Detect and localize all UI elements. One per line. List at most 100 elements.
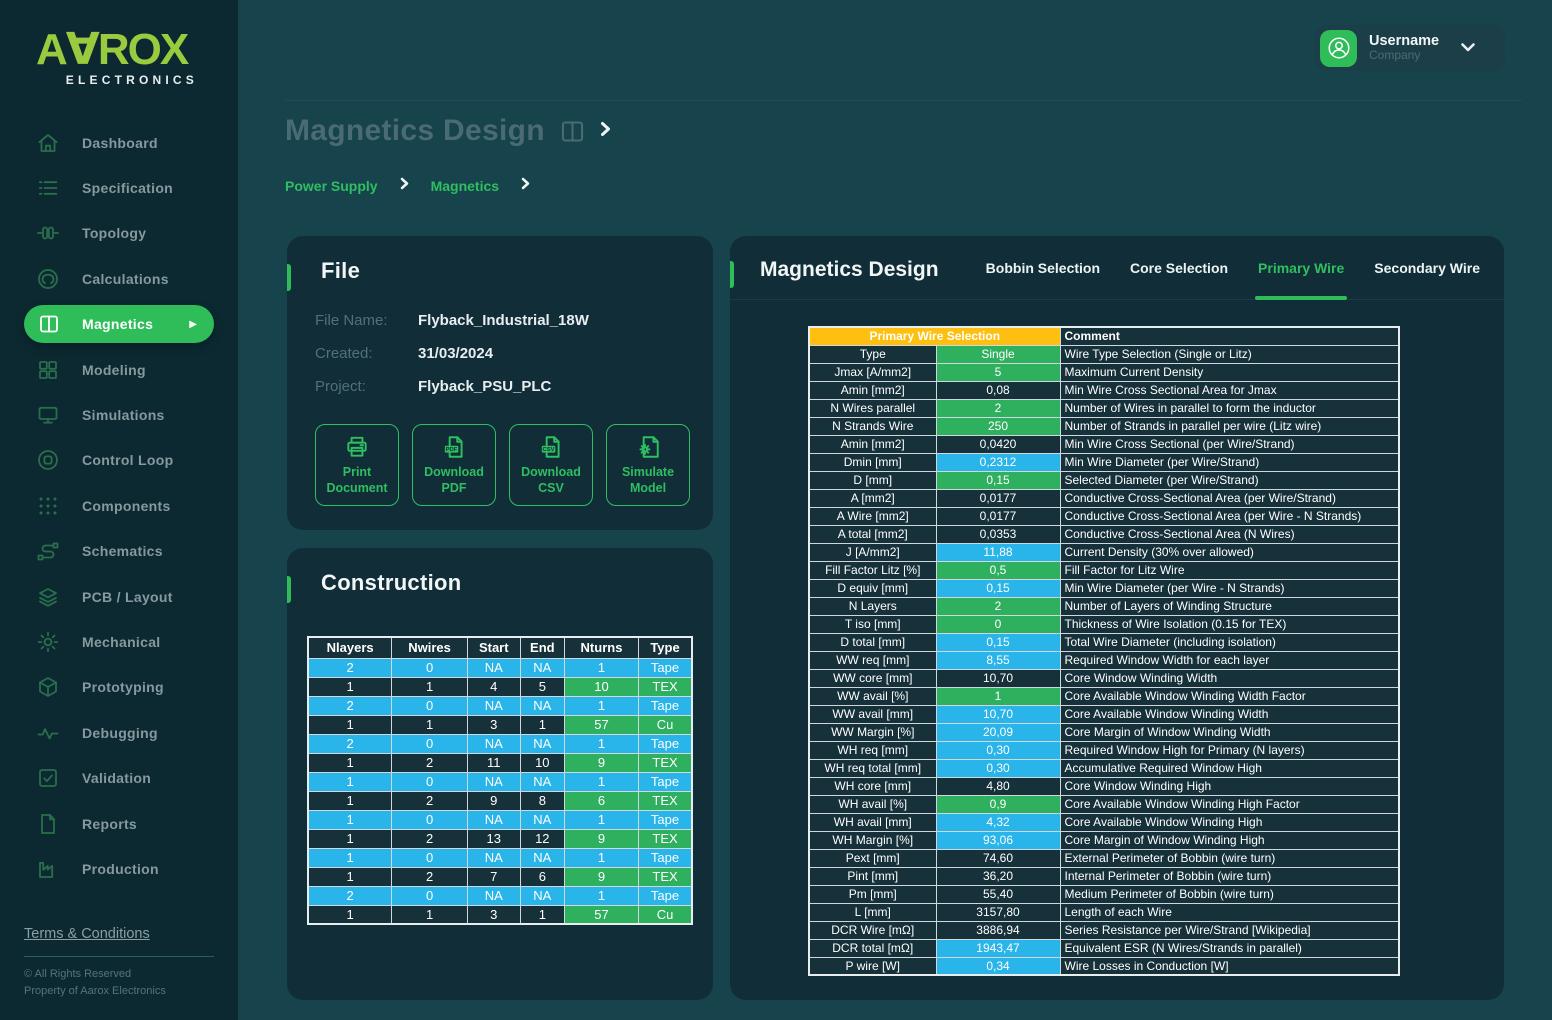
- download-csv-button[interactable]: CSVDownloadCSV: [509, 424, 593, 506]
- construction-cell: Tape: [639, 848, 692, 867]
- tab-primary-wire[interactable]: Primary Wire: [1258, 236, 1344, 300]
- check-square-icon: [36, 766, 60, 790]
- tab-bobbin-selection[interactable]: Bobbin Selection: [986, 236, 1100, 300]
- sidebar-item-reports[interactable]: Reports: [0, 801, 238, 846]
- construction-col-header: Nturns: [564, 637, 638, 658]
- file-field-row: Project:Flyback_PSU_PLC: [315, 376, 685, 396]
- construction-cell: NA: [520, 810, 564, 829]
- comment-cell: Wire Losses in Conduction [W]: [1060, 957, 1399, 975]
- tab-secondary-wire[interactable]: Secondary Wire: [1374, 236, 1480, 300]
- print-document-button[interactable]: PrintDocument: [315, 424, 399, 506]
- comment-cell: Min Wire Cross Sectional (per Wire/Stran…: [1060, 435, 1399, 453]
- construction-cell: 0: [392, 658, 467, 677]
- value-cell: 0,15: [936, 579, 1060, 597]
- parameter-cell: DCR Wire [mΩ]: [809, 921, 936, 939]
- parameter-cell: Fill Factor Litz [%]: [809, 561, 936, 579]
- primary-wire-row: WH avail [%]0,9Core Available Window Win…: [809, 795, 1399, 813]
- sidebar-item-label: Simulations: [82, 407, 165, 423]
- value-cell: 3886,94: [936, 921, 1060, 939]
- schematic-icon: [36, 539, 60, 563]
- sidebar-item-control-loop[interactable]: Control Loop: [0, 438, 238, 483]
- accent-bar: [287, 264, 291, 291]
- value-cell: Single: [936, 345, 1060, 363]
- construction-row: 1211109TEX: [308, 753, 692, 772]
- parameter-cell: J [A/mm2]: [809, 543, 936, 561]
- primary-wire-row: T iso [mm]0Thickness of Wire Isolation (…: [809, 615, 1399, 633]
- primary-wire-row: J [A/mm2]11,88Current Density (30% over …: [809, 543, 1399, 561]
- parameter-cell: A total [mm2]: [809, 525, 936, 543]
- sidebar-item-dashboard[interactable]: Dashboard: [0, 120, 238, 165]
- parameter-cell: WH Margin [%]: [809, 831, 936, 849]
- sidebar-item-magnetics[interactable]: Magnetics▶: [24, 305, 214, 343]
- brand-logo-subtitle: ELECTRONICS: [36, 73, 198, 87]
- parameter-cell: Pint [mm]: [809, 867, 936, 885]
- footer-divider: [24, 956, 214, 957]
- user-company: Company: [1369, 49, 1439, 63]
- construction-cell: 1: [308, 715, 392, 734]
- sidebar-item-topology[interactable]: Topology: [0, 211, 238, 256]
- sidebar-item-pcb-layout[interactable]: PCB / Layout: [0, 574, 238, 619]
- value-cell: 0,0177: [936, 489, 1060, 507]
- sidebar-item-mechanical[interactable]: Mechanical: [0, 619, 238, 664]
- sidebar-item-production[interactable]: Production: [0, 846, 238, 891]
- construction-cell: NA: [520, 848, 564, 867]
- app-root: A∀ROX ELECTRONICS DashboardSpecification…: [0, 0, 1552, 1020]
- comment-cell: Core Available Window Winding High Facto…: [1060, 795, 1399, 813]
- comment-cell: Accumulative Required Window High: [1060, 759, 1399, 777]
- chevron-down-icon: [1461, 39, 1475, 57]
- sidebar-item-label: Specification: [82, 180, 173, 196]
- parameter-cell: A Wire [mm2]: [809, 507, 936, 525]
- sidebar-item-components[interactable]: Components: [0, 483, 238, 528]
- parameter-cell: WW req [mm]: [809, 651, 936, 669]
- sidebar-item-specification[interactable]: Specification: [0, 165, 238, 210]
- construction-cell: NA: [520, 772, 564, 791]
- button-label: SimulateModel: [622, 464, 674, 497]
- sidebar-item-label: Reports: [82, 816, 137, 832]
- construction-cell: 9: [467, 791, 520, 810]
- value-cell: 36,20: [936, 867, 1060, 885]
- tab-core-selection[interactable]: Core Selection: [1130, 236, 1228, 300]
- construction-cell: NA: [467, 696, 520, 715]
- download-pdf-button[interactable]: PDFDownloadPDF: [412, 424, 496, 506]
- breadcrumb-link-power-supply[interactable]: Power Supply: [285, 178, 378, 194]
- construction-row: 20NANA1Tape: [308, 696, 692, 715]
- primary-wire-row: WW req [mm]8,55Required Window Width for…: [809, 651, 1399, 669]
- value-cell: 2: [936, 399, 1060, 417]
- construction-cell: 1: [308, 848, 392, 867]
- construction-cell: 11: [467, 753, 520, 772]
- construction-cell: 7: [467, 867, 520, 886]
- sidebar-item-schematics[interactable]: Schematics: [0, 529, 238, 574]
- comment-cell: Length of each Wire: [1060, 903, 1399, 921]
- breadcrumb-link-magnetics[interactable]: Magnetics: [431, 178, 499, 194]
- simulate-model-button[interactable]: SimulateModel: [606, 424, 690, 506]
- construction-cell: 2: [392, 829, 467, 848]
- sidebar-item-modeling[interactable]: Modeling: [0, 347, 238, 392]
- file-gear-icon: [635, 434, 661, 460]
- value-cell: 8,55: [936, 651, 1060, 669]
- construction-row: 20NANA1Tape: [308, 886, 692, 905]
- primary-wire-row: WH Margin [%]93,06Core Margin of Window …: [809, 831, 1399, 849]
- construction-cell: 1: [564, 734, 638, 753]
- primary-wire-row: A total [mm2]0,0353Conductive Cross-Sect…: [809, 525, 1399, 543]
- construction-col-header: Nlayers: [308, 637, 392, 658]
- parameter-cell: N Strands Wire: [809, 417, 936, 435]
- sidebar-item-prototyping[interactable]: Prototyping: [0, 665, 238, 710]
- file-pdf-icon: PDF: [441, 434, 467, 460]
- value-cell: 250: [936, 417, 1060, 435]
- construction-cell: TEX: [639, 753, 692, 772]
- sidebar-item-debugging[interactable]: Debugging: [0, 710, 238, 755]
- primary-wire-row: Amin [mm2]0,0420Min Wire Cross Sectional…: [809, 435, 1399, 453]
- sidebar-item-calculations[interactable]: Calculations: [0, 256, 238, 301]
- construction-cell: 2: [392, 753, 467, 772]
- sidebar-item-validation[interactable]: Validation: [0, 755, 238, 800]
- user-menu[interactable]: Username Company: [1315, 25, 1505, 71]
- primary-wire-row: N Layers2Number of Layers of Winding Str…: [809, 597, 1399, 615]
- primary-wire-row: A Wire [mm2]0,0177Conductive Cross-Secti…: [809, 507, 1399, 525]
- construction-col-header: Start: [467, 637, 520, 658]
- construction-row: 10NANA1Tape: [308, 810, 692, 829]
- sidebar-item-label: Calculations: [82, 271, 169, 287]
- sidebar-item-simulations[interactable]: Simulations: [0, 392, 238, 437]
- value-cell: 10,70: [936, 669, 1060, 687]
- chevron-right-icon[interactable]: [600, 121, 611, 142]
- terms-and-conditions-link[interactable]: Terms & Conditions: [24, 926, 214, 942]
